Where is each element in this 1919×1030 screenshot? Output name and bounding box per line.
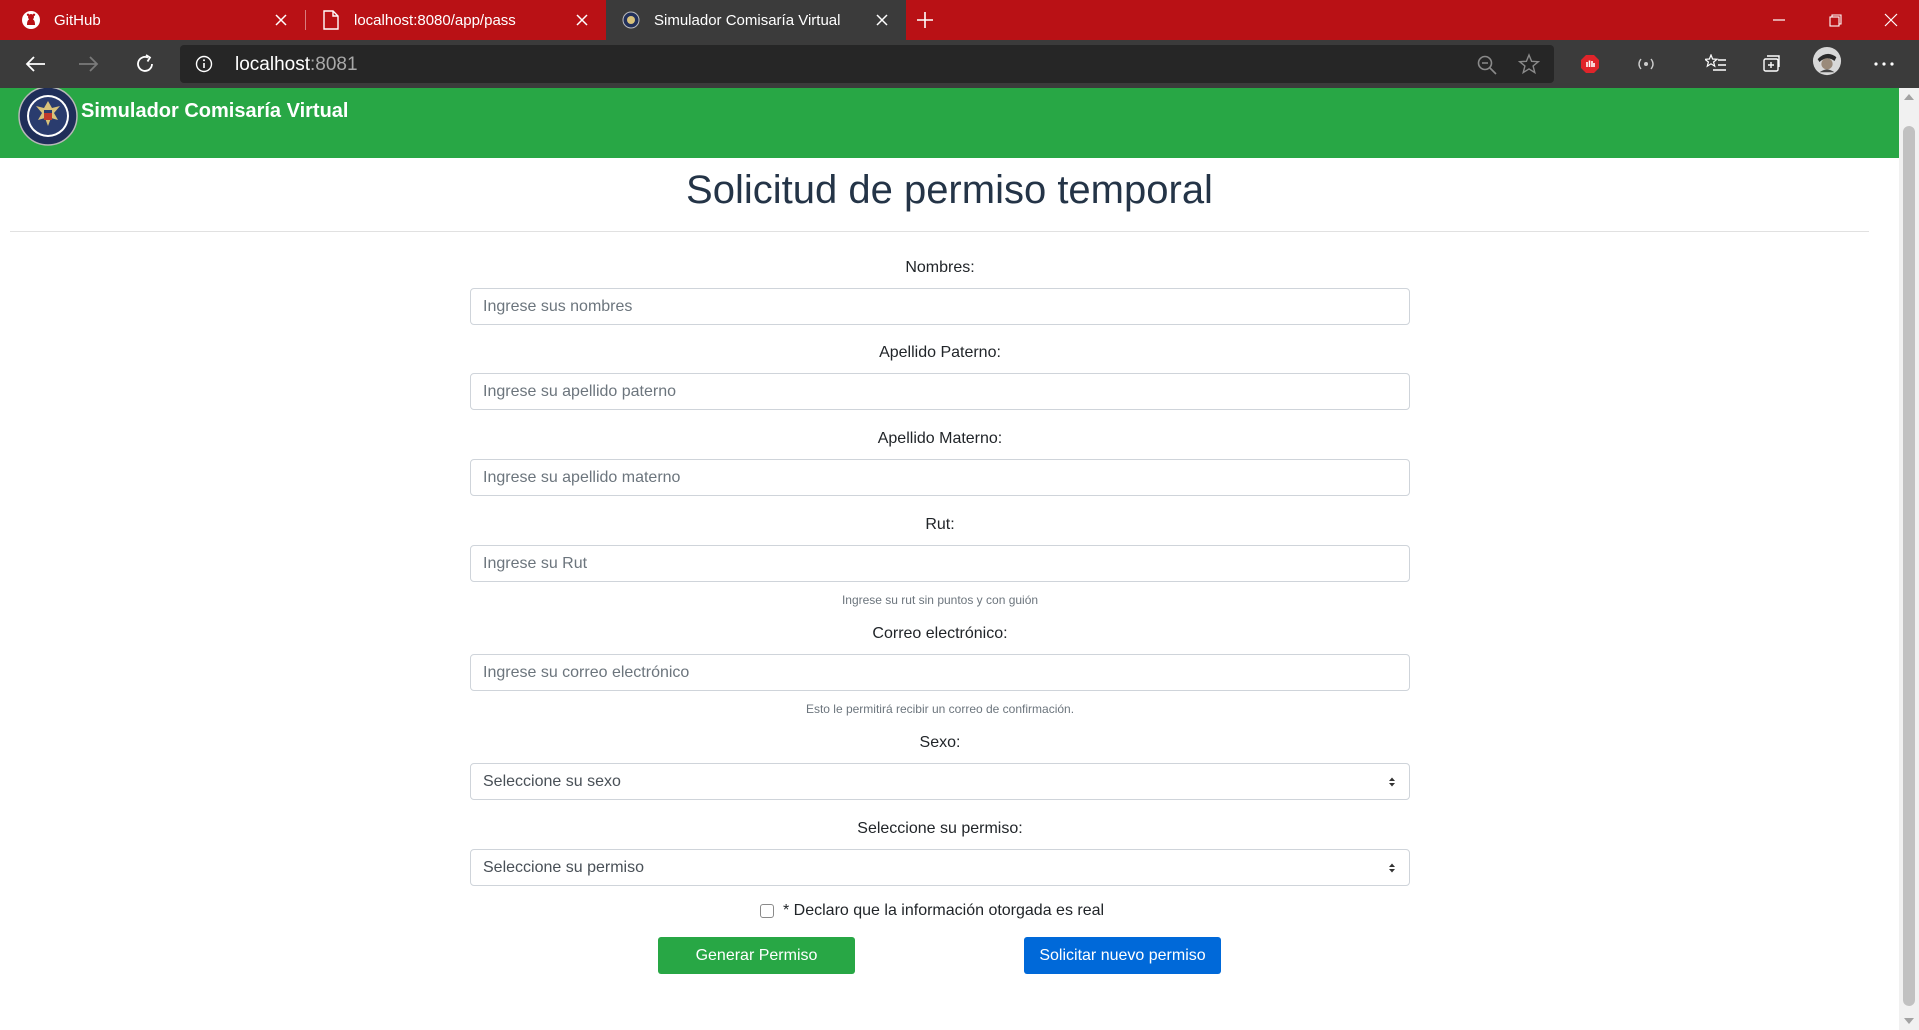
scrollbar-thumb[interactable] [1903, 126, 1915, 1006]
github-icon [20, 9, 42, 31]
correo-input[interactable] [470, 654, 1410, 691]
browser-toolbar: localhost:8081 [0, 40, 1919, 88]
page-icon [320, 9, 342, 31]
title-divider [10, 231, 1869, 232]
browser-tab-strip: GitHub localhost:8080/app/pass Simulador… [0, 0, 1919, 40]
minimize-icon[interactable] [1751, 0, 1807, 40]
profile-avatar-icon[interactable] [1812, 46, 1842, 76]
close-window-icon[interactable] [1863, 0, 1919, 40]
zoom-icon[interactable] [1476, 54, 1498, 76]
label-correo: Correo electrónico: [872, 625, 1008, 642]
favorite-star-icon[interactable] [1517, 53, 1542, 77]
correo-help-text: Esto le permitirá recibir un correo de c… [805, 702, 1075, 716]
label-apellido-paterno: Apellido Paterno: [879, 344, 1001, 361]
label-permiso: Seleccione su permiso: [857, 820, 1023, 837]
label-sexo: Sexo: [919, 734, 961, 751]
close-tab-icon[interactable] [872, 10, 892, 30]
collections-icon[interactable] [1756, 50, 1786, 78]
select-caret-icon [1387, 775, 1397, 789]
presidential-seal-logo[interactable] [18, 88, 78, 146]
label-apellido-materno: Apellido Materno: [877, 430, 1003, 447]
apellido-paterno-input[interactable] [470, 373, 1410, 410]
close-tab-icon[interactable] [572, 10, 592, 30]
tab-title: Simulador Comisaría Virtual [654, 11, 841, 29]
site-brand[interactable]: Simulador Comisaría Virtual [81, 100, 349, 123]
adblock-icon[interactable] [1575, 50, 1605, 78]
address-url[interactable]: localhost:8081 [235, 54, 358, 76]
tab-simulador[interactable]: Simulador Comisaría Virtual [606, 0, 906, 40]
site-info-icon[interactable] [194, 54, 214, 74]
scroll-down-arrow-icon[interactable] [1904, 1018, 1914, 1024]
permiso-select[interactable]: Seleccione su permiso [470, 849, 1410, 886]
tab-github[interactable]: GitHub [0, 0, 305, 40]
refresh-icon[interactable] [130, 50, 160, 78]
declaration-checkbox[interactable] [760, 904, 774, 918]
page-viewport: Simulador Comisaría Virtual Solicitud de… [0, 88, 1899, 1030]
generar-permiso-button[interactable]: Generar Permiso [658, 937, 855, 974]
forward-icon[interactable] [74, 50, 104, 78]
select-caret-icon [1387, 861, 1397, 875]
rut-help-text: Ingrese su rut sin puntos y con guión [841, 593, 1039, 607]
solicitar-nuevo-permiso-button[interactable]: Solicitar nuevo permiso [1024, 937, 1221, 974]
restore-icon[interactable] [1807, 0, 1863, 40]
label-nombres: Nombres: [905, 259, 975, 276]
site-navbar: Simulador Comisaría Virtual [0, 88, 1899, 158]
seal-favicon [620, 9, 642, 31]
sexo-select[interactable]: Seleccione su sexo [470, 763, 1410, 800]
address-host: localhost [235, 54, 310, 75]
tab-title: localhost:8080/app/pass [354, 11, 516, 29]
back-icon[interactable] [20, 50, 50, 78]
label-rut: Rut: [925, 516, 955, 533]
tab-localhost-8080[interactable]: localhost:8080/app/pass [306, 0, 606, 40]
page-scrollbar[interactable] [1899, 88, 1919, 1030]
tab-title: GitHub [54, 11, 101, 29]
rut-input[interactable] [470, 545, 1410, 582]
declaration-label[interactable]: * Declaro que la información otorgada es… [783, 902, 1104, 920]
favorites-list-icon[interactable] [1701, 50, 1731, 78]
new-tab-icon[interactable] [912, 8, 938, 32]
apellido-materno-input[interactable] [470, 459, 1410, 496]
broadcast-icon[interactable] [1631, 50, 1661, 78]
sexo-selected-value: Seleccione su sexo [483, 773, 621, 790]
page-title: Solicitud de permiso temporal [686, 168, 1213, 212]
address-port: :8081 [310, 54, 358, 75]
close-tab-icon[interactable] [271, 10, 291, 30]
declaration-row: * Declaro que la información otorgada es… [760, 900, 1104, 922]
nombres-input[interactable] [470, 288, 1410, 325]
address-bar[interactable]: localhost:8081 [180, 45, 1554, 83]
more-menu-icon[interactable] [1869, 50, 1899, 78]
permiso-selected-value: Seleccione su permiso [483, 859, 644, 876]
scroll-up-arrow-icon[interactable] [1904, 94, 1914, 100]
